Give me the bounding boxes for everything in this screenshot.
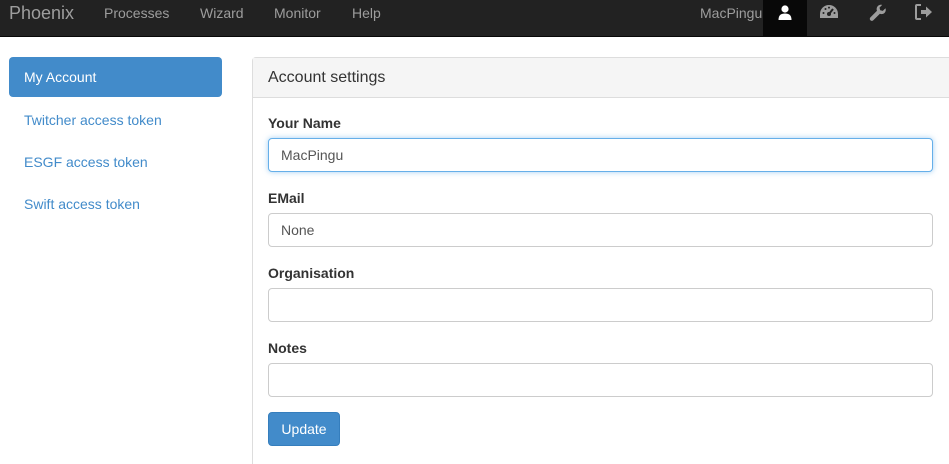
top-navbar: Phoenix Processes Wizard Monitor Help Ma… (0, 0, 949, 37)
nav-user-button[interactable] (763, 0, 807, 37)
nav-monitor[interactable]: Monitor (274, 0, 321, 26)
your-name-input[interactable] (268, 138, 933, 172)
organisation-input[interactable] (268, 288, 933, 322)
nav-username[interactable]: MacPingu (700, 0, 762, 26)
email-input[interactable] (268, 213, 933, 247)
update-button[interactable]: Update (268, 412, 340, 446)
account-settings-panel: Account settings (252, 57, 949, 464)
logout-icon (915, 4, 932, 20)
nav-logout-button[interactable] (902, 0, 946, 37)
sidebar-item-twitcher-token[interactable]: Twitcher access token (9, 100, 222, 140)
sidebar-item-esgf-token[interactable]: ESGF access token (9, 142, 222, 182)
nav-dashboard-button[interactable] (807, 0, 851, 37)
dashboard-icon (820, 5, 838, 18)
notes-input[interactable] (268, 363, 933, 397)
your-name-label: Your Name (268, 115, 341, 131)
sidebar-item-my-account[interactable]: My Account (9, 57, 222, 97)
nav-settings-button[interactable] (856, 0, 900, 37)
brand-logo[interactable]: Phoenix (9, 0, 74, 26)
wrench-icon (869, 4, 886, 21)
nav-wizard[interactable]: Wizard (200, 0, 244, 26)
organisation-label: Organisation (268, 265, 355, 281)
nav-help[interactable]: Help (352, 0, 381, 26)
user-icon (778, 5, 792, 20)
panel-title: Account settings (253, 58, 949, 98)
email-label: EMail (268, 190, 305, 206)
sidebar-item-swift-token[interactable]: Swift access token (9, 184, 222, 224)
nav-processes[interactable]: Processes (104, 0, 169, 26)
notes-label: Notes (268, 340, 307, 356)
